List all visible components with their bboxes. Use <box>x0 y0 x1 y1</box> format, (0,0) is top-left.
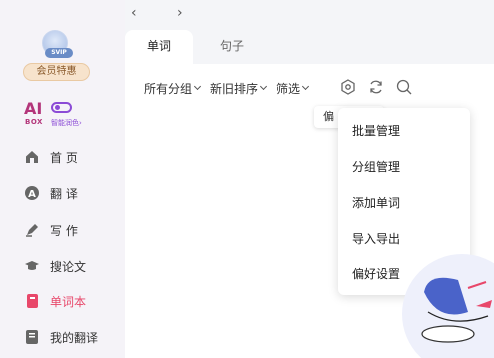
avatar[interactable]: SVIP <box>42 30 73 58</box>
sidebar-item-wordbook[interactable]: 单词本 <box>24 290 86 312</box>
menu-item-group-manage[interactable]: 分组管理 <box>352 158 400 175</box>
sidebar-item-search-papers[interactable]: 搜论文 <box>24 255 86 277</box>
top-bar: ‹ › <box>125 0 494 30</box>
tab-sentences[interactable]: 句子 <box>220 30 244 64</box>
sort-dropdown[interactable]: 新旧排序 <box>210 80 268 97</box>
sidebar-item-my-translations[interactable]: 我的翻译 <box>24 326 98 348</box>
tab-bar: 单词 句子 <box>125 30 494 64</box>
member-offer-button[interactable]: 会员特惠 <box>23 63 90 81</box>
svip-badge: SVIP <box>45 48 73 58</box>
sidebar-item-label: 我的翻译 <box>50 330 99 345</box>
sidebar-item-label: 单词本 <box>50 294 87 309</box>
sidebar: SVIP 会员特惠 AI BOX 智能润色› 首 页 A 翻 译 写 作 搜论文 <box>0 0 125 358</box>
sidebar-item-label: 翻 译 <box>50 186 78 201</box>
toggle-knob <box>55 105 60 110</box>
menu-item-preferences[interactable]: 偏好设置 <box>352 265 400 282</box>
tab-words[interactable]: 单词 <box>125 30 193 64</box>
menu-item-import-export[interactable]: 导入导出 <box>352 230 400 247</box>
empty-state-illustration <box>398 252 494 358</box>
chevron-down-icon <box>193 82 202 91</box>
document-icon <box>24 329 40 345</box>
group-filter-label: 所有分组 <box>144 81 193 96</box>
translate-icon: A <box>24 185 40 201</box>
menu-item-add-word[interactable]: 添加单词 <box>352 194 400 211</box>
svg-text:A: A <box>28 189 36 200</box>
screen-filter-label: 筛选 <box>276 81 301 96</box>
filter-bar: 所有分组 新旧排序 筛选 <box>144 79 318 97</box>
pen-icon <box>24 222 40 238</box>
chevron-down-icon <box>302 82 310 91</box>
settings-hexagon-icon[interactable] <box>339 78 357 96</box>
sort-label: 新旧排序 <box>210 81 259 96</box>
chevron-down-icon <box>259 82 268 91</box>
search-icon[interactable] <box>395 78 413 96</box>
sidebar-item-translate[interactable]: A 翻 译 <box>24 182 78 204</box>
smart-color-label: 智能润色› <box>51 119 82 127</box>
back-button[interactable]: ‹ <box>131 5 137 21</box>
smart-color-toggle[interactable] <box>51 102 72 113</box>
menu-item-batch-manage[interactable]: 批量管理 <box>352 122 400 139</box>
forward-button[interactable]: › <box>177 5 183 21</box>
home-icon <box>24 149 40 165</box>
sidebar-item-home[interactable]: 首 页 <box>24 146 78 168</box>
notebook-icon <box>24 293 40 309</box>
graduation-cap-icon <box>24 258 40 274</box>
sidebar-item-label: 搜论文 <box>50 259 87 274</box>
refresh-icon[interactable] <box>367 78 385 96</box>
sidebar-item-label: 首 页 <box>50 150 78 165</box>
aibox-ai-label: AI <box>24 99 43 118</box>
aibox-box-label: BOX <box>25 118 43 126</box>
sidebar-item-write[interactable]: 写 作 <box>24 219 78 241</box>
screen-filter-dropdown[interactable]: 筛选 <box>276 80 310 97</box>
sidebar-item-label: 写 作 <box>50 223 78 238</box>
aibox-smart-color[interactable]: AI BOX 智能润色› <box>24 99 104 129</box>
group-filter-dropdown[interactable]: 所有分组 <box>144 80 202 97</box>
